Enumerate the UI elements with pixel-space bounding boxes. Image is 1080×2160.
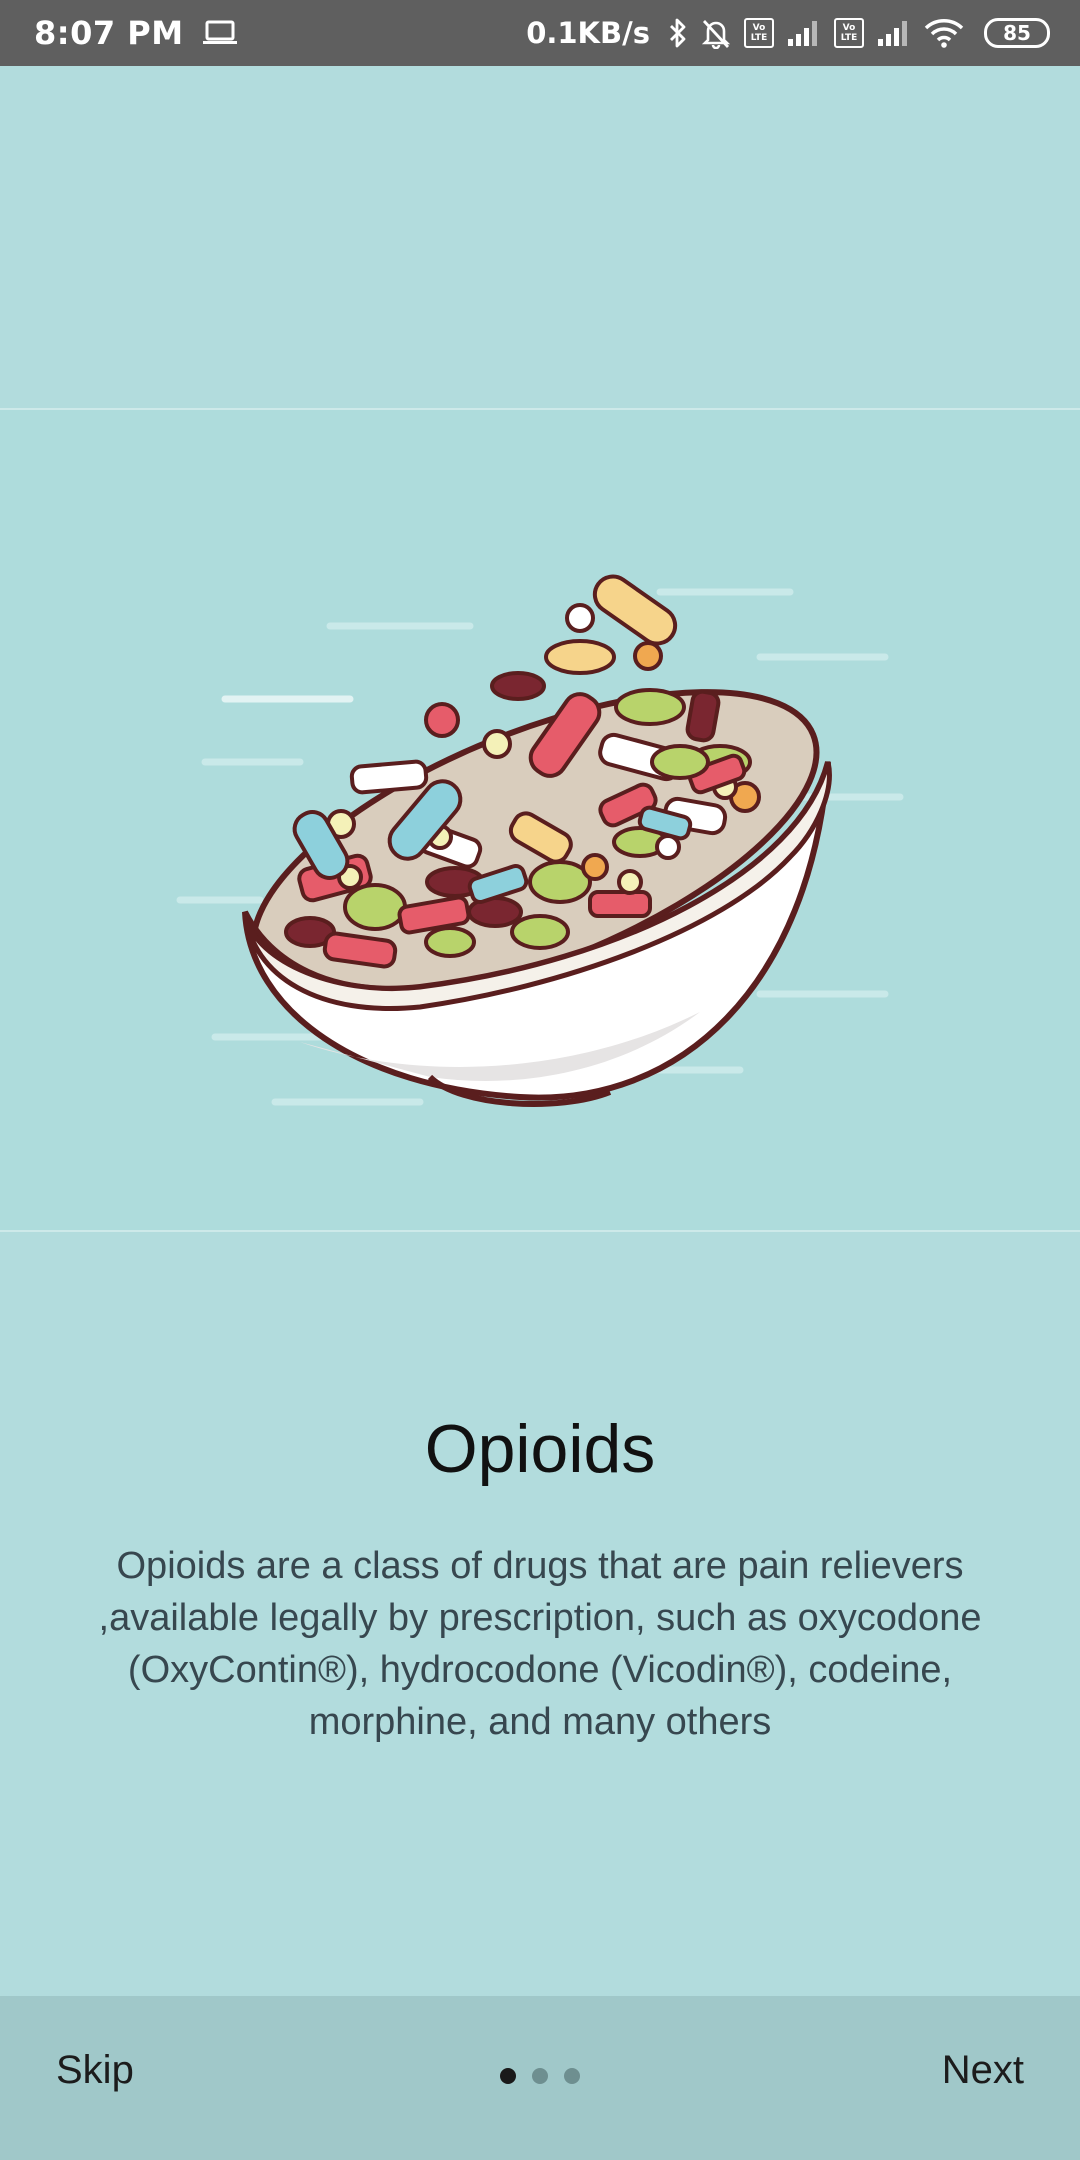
bluetooth-icon [668, 17, 688, 49]
skip-button[interactable]: Skip [56, 2048, 134, 2093]
signal-icon [786, 19, 822, 47]
laptop-icon [202, 20, 238, 46]
volte-label-lte-2: LTE [840, 33, 858, 43]
illustration-band [0, 408, 1080, 1232]
page-indicator [500, 2068, 580, 2084]
wifi-icon [924, 18, 964, 48]
page-dot-3 [564, 2068, 580, 2084]
bottom-navigation: Skip Next [0, 1996, 1080, 2160]
page-dot-2 [532, 2068, 548, 2084]
page-dot-1 [500, 2068, 516, 2084]
battery-level: 85 [1003, 21, 1031, 45]
volte-icon-2: Vo LTE [834, 18, 864, 48]
status-time: 8:07 PM [34, 14, 184, 52]
network-speed: 0.1KB/s [526, 16, 650, 50]
battery-icon: 85 [984, 18, 1050, 48]
volte-icon: Vo LTE [744, 18, 774, 48]
signal-icon-2 [876, 19, 912, 47]
volte-label-vo: Vo [752, 23, 766, 33]
slide-description: Opioids are a class of drugs that are pa… [98, 1545, 982, 1743]
bell-off-icon [700, 17, 732, 49]
next-button[interactable]: Next [942, 2048, 1024, 2093]
volte-label-vo-2: Vo [842, 23, 856, 33]
volte-label-lte: LTE [750, 33, 768, 43]
bowl-of-pills-illustration [176, 574, 904, 1107]
status-bar: 8:07 PM 0.1KB/s Vo LTE Vo LTE 85 [0, 0, 1080, 66]
slide-title: Opioids [424, 1411, 656, 1487]
